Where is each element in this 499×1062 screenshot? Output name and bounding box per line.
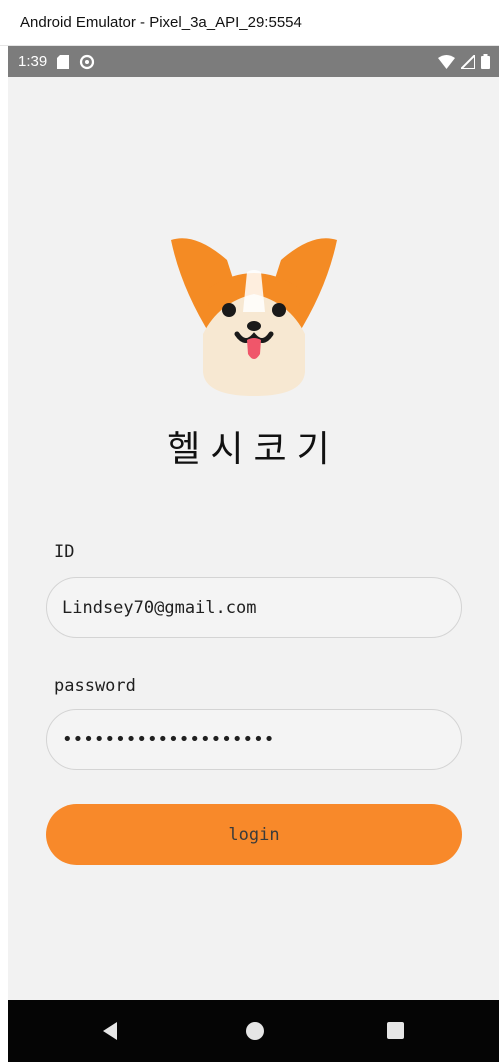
status-time: 1:39: [18, 53, 48, 70]
password-input[interactable]: ••••••••••••••••••••: [46, 709, 462, 770]
window-title-bar: Android Emulator - Pixel_3a_API_29:5554: [0, 0, 499, 46]
sync-icon: [79, 54, 95, 70]
login-button-label: login: [228, 824, 280, 845]
recent-apps-icon[interactable]: [387, 1022, 404, 1039]
back-icon[interactable]: [103, 1022, 117, 1040]
status-left: 1:39: [18, 53, 95, 70]
battery-icon: [481, 54, 490, 69]
device-screen: 1:39 헬시코기 ID Lindsey70@gmail.com passwor…: [8, 46, 499, 1062]
status-bar: 1:39: [8, 46, 499, 77]
app-title: 헬시코기: [167, 429, 340, 470]
id-input[interactable]: Lindsey70@gmail.com: [46, 577, 462, 638]
emulator-window: Android Emulator - Pixel_3a_API_29:5554 …: [0, 0, 499, 1062]
navigation-bar: [8, 1000, 499, 1062]
login-button[interactable]: login: [46, 804, 462, 865]
status-right: [438, 54, 490, 69]
password-input-value: ••••••••••••••••••••: [62, 729, 275, 750]
corgi-logo-icon: [167, 232, 341, 404]
id-label: ID: [54, 542, 75, 562]
window-title: Android Emulator - Pixel_3a_API_29:5554: [20, 14, 302, 31]
id-input-value: Lindsey70@gmail.com: [62, 597, 257, 618]
signal-icon: [461, 54, 475, 69]
home-icon[interactable]: [246, 1022, 264, 1040]
password-label: password: [54, 676, 136, 696]
wifi-icon: [438, 54, 455, 69]
sd-card-icon: [57, 54, 70, 69]
